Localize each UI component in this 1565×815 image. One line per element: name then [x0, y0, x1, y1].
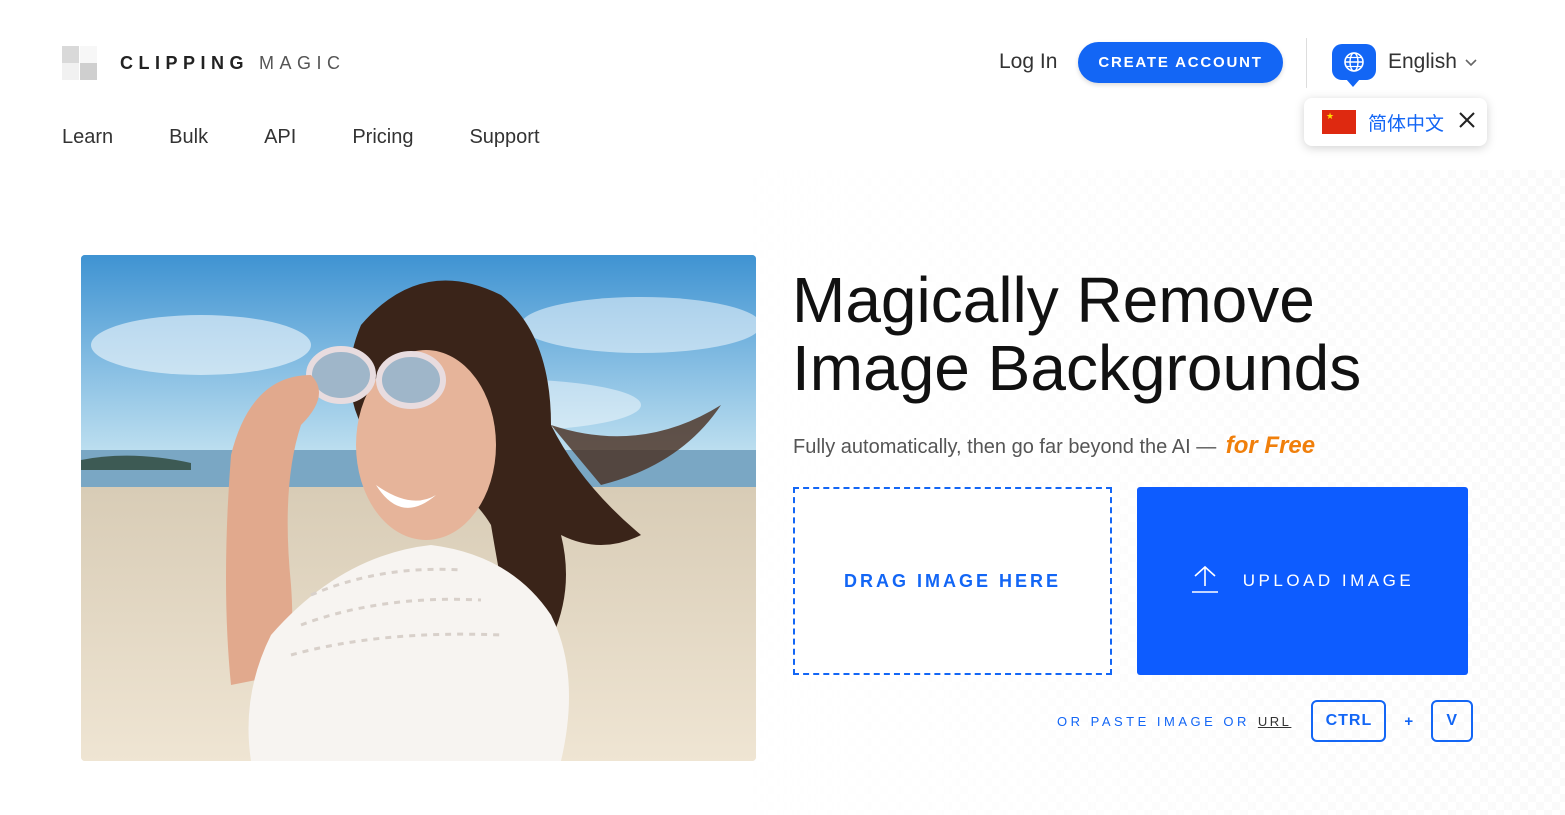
hero-photo	[81, 255, 756, 761]
logo[interactable]: CLIPPING MAGIC	[62, 46, 346, 80]
language-suggestion-popup[interactable]: ★ 简体中文	[1304, 98, 1487, 146]
hero-subtitle: Fully automatically, then go far beyond …	[793, 432, 1315, 460]
close-icon[interactable]	[1457, 110, 1477, 130]
language-suggestion-label: 简体中文	[1368, 112, 1445, 135]
create-account-button[interactable]: CREATE ACCOUNT	[1078, 42, 1283, 83]
subtitle-text: Fully automatically, then go far beyond …	[793, 436, 1217, 458]
logo-text: CLIPPING MAGIC	[120, 52, 346, 73]
subtitle-highlight: for Free	[1225, 432, 1316, 459]
drag-drop-zone[interactable]: DRAG IMAGE HERE	[793, 487, 1112, 675]
language-selector[interactable]: English	[1332, 44, 1477, 87]
nav-item-pricing[interactable]: Pricing	[352, 126, 413, 149]
nav-item-bulk[interactable]: Bulk	[169, 126, 208, 149]
upload-label: UPLOAD IMAGE	[1242, 571, 1415, 590]
key-plus: +	[1404, 712, 1414, 730]
ctrl-key: CTRL	[1311, 700, 1387, 742]
globe-icon	[1332, 44, 1376, 87]
upload-icon	[1191, 564, 1219, 599]
headline-line-1: Magically Remove	[792, 264, 1315, 336]
china-flag-icon: ★	[1322, 110, 1356, 134]
nav-item-learn[interactable]: Learn	[62, 126, 113, 149]
paste-text: OR PASTE IMAGE OR	[1057, 713, 1250, 729]
login-link[interactable]: Log In	[999, 50, 1057, 74]
chevron-down-icon	[1465, 55, 1477, 70]
header-divider	[1306, 38, 1307, 88]
drag-label: DRAG IMAGE HERE	[843, 570, 1061, 591]
upload-image-button[interactable]: UPLOAD IMAGE	[1137, 487, 1468, 675]
v-key: V	[1431, 700, 1474, 742]
hero-headline: Magically Remove Image Backgrounds	[792, 266, 1492, 402]
headline-line-2: Image Backgrounds	[792, 332, 1362, 404]
paste-hint-row: OR PASTE IMAGE OR URL CTRL + V	[1057, 700, 1474, 742]
logo-mark-icon	[62, 46, 98, 80]
main-nav: Learn Bulk API Pricing Support	[62, 126, 596, 149]
language-label: English	[1388, 50, 1457, 73]
nav-item-api[interactable]: API	[264, 126, 296, 149]
nav-item-support[interactable]: Support	[469, 126, 539, 149]
paste-url-link[interactable]: URL	[1258, 714, 1292, 729]
